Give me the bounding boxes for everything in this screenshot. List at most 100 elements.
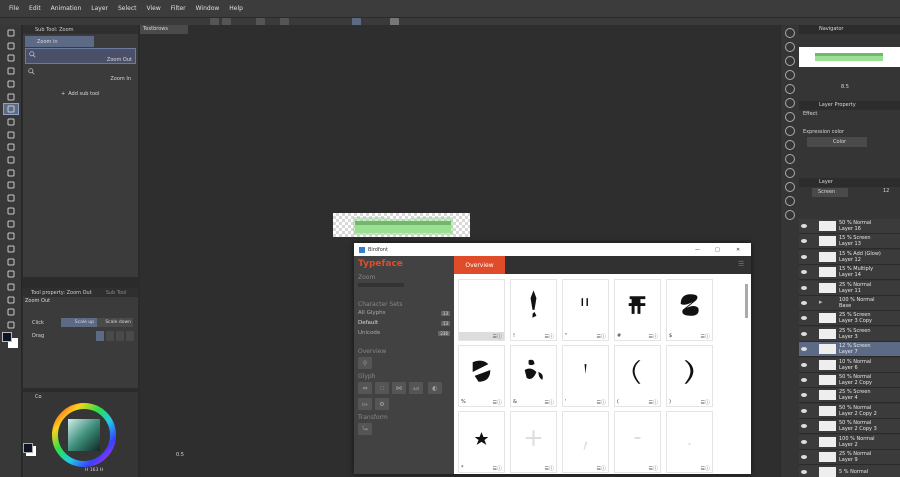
layer-row[interactable]: 50 % Normal Layer 2 Copy [799,373,900,388]
tool-correction-icon[interactable] [4,320,18,330]
color-tab[interactable]: Co [35,394,42,400]
panel-toggle-icon[interactable] [785,70,795,80]
layer-row[interactable]: 12 % Screen Layer 7 [799,342,900,358]
blend-mode-dropdown[interactable]: Screen [812,188,848,197]
tool-airbrush-icon[interactable] [4,168,18,178]
glyph-cell[interactable]: % ☰ⓘ [458,345,505,407]
close-icon[interactable]: ✕ [736,247,740,253]
tool-eyedropper-icon[interactable] [4,92,18,102]
menu-item-window[interactable]: Window [191,5,225,12]
glyph-cell[interactable]: * ☰ⓘ [458,411,505,473]
panel-toggle-icon[interactable] [785,154,795,164]
color-wheel[interactable] [51,402,117,468]
glyph-cell[interactable]: ☰ⓘ [510,411,557,473]
subtool-item-zoom-in[interactable]: Zoom In [25,66,136,82]
eye-icon[interactable] [799,239,809,244]
glyph-menu-icon[interactable]: ☰ⓘ [701,399,710,406]
layer-row[interactable]: 25 % Screen Layer 4 [799,388,900,404]
layer-row[interactable]: 50 % Normal Layer 2 Copy 2 [799,403,900,419]
glyph-menu-icon[interactable]: ☰ⓘ [545,399,554,406]
glyph-tool-button[interactable]: ⚙ [375,398,389,410]
panel-toggle-icon[interactable] [785,168,795,178]
menu-item-layer[interactable]: Layer [86,5,113,12]
glyph-cell[interactable]: " ☰ⓘ [562,279,609,341]
subtool-item-zoom-out[interactable]: Zoom Out [25,48,136,64]
panel-toggle-icon[interactable] [785,42,795,52]
layer-row[interactable]: 25 % Normal Layer 11 [799,280,900,296]
overview-search-button[interactable]: ⚲ [358,357,372,369]
layer-tab[interactable]: Layer [799,178,900,187]
menu-item-edit[interactable]: Edit [24,5,46,12]
glyph-cell[interactable]: ☰ⓘ [614,411,661,473]
document-tab[interactable]: Textbrows [140,25,188,34]
eye-icon[interactable] [799,362,809,367]
glyph-menu-icon[interactable]: ☰ⓘ [701,465,710,472]
eye-icon[interactable] [799,254,809,259]
glyph-menu-icon[interactable]: ☰ⓘ [545,465,554,472]
glyph-cell[interactable]: ☰ⓘ [666,411,713,473]
tab-overview[interactable]: Overview [454,256,505,274]
charset-item[interactable]: All Glyphs 13 [358,308,450,318]
scale-up-option[interactable]: Scale up [61,318,97,327]
panel-toggle-icon[interactable] [785,98,795,108]
drag-option-1[interactable] [96,331,104,341]
glyph-tool-button[interactable]: ◐ [427,382,442,394]
tool-lasso-icon[interactable] [4,41,18,51]
eye-icon[interactable] [799,347,809,352]
glyph-menu-icon[interactable]: ☰ⓘ [545,333,554,340]
glyph-menu-icon[interactable]: ☰ⓘ [597,333,606,340]
foreground-color-swatch[interactable] [23,443,33,453]
glyph-menu-icon[interactable]: ☰ⓘ [649,399,658,406]
panel-toggle-icon[interactable] [785,140,795,150]
zoom-slider[interactable] [358,283,404,287]
eye-icon[interactable] [799,270,809,275]
tool-text-icon[interactable] [4,269,18,279]
glyph-cell[interactable]: ' ☰ⓘ [562,345,609,407]
glyph-cell[interactable]: ) ☰ⓘ [666,345,713,407]
layer-row[interactable]: 100 % Normal Layer 2 [799,434,900,450]
eye-icon[interactable] [799,408,809,413]
drag-option-4[interactable] [126,331,134,341]
maximize-icon[interactable]: □ [715,247,720,253]
layer-row[interactable]: 50 % Normal Layer 2 Copy 3 [799,419,900,435]
canvas-image[interactable] [333,213,470,237]
tool-figure-icon[interactable] [4,219,18,229]
layer-row[interactable]: 10 % Normal Layer 6 [799,357,900,373]
glyph-cell[interactable]: ☰ⓘ [458,279,505,341]
charset-item[interactable]: Unicode 236 [358,328,450,338]
menu-item-select[interactable]: Select [113,5,142,12]
layer-property-tab[interactable]: Layer Property [799,101,900,110]
eye-icon[interactable] [799,331,809,336]
expression-color-dropdown[interactable]: Color [807,137,867,147]
panel-toggle-icon[interactable] [785,84,795,94]
glyph-cell[interactable]: ! ☰ⓘ [510,279,557,341]
add-sub-tool-button[interactable]: + Add sub tool [61,91,99,97]
glyph-tool-button[interactable]: ⋈ [392,382,406,394]
menu-item-help[interactable]: Help [224,5,248,12]
panel-toggle-icon[interactable] [785,196,795,206]
glyph-grid-scrollbar[interactable] [745,284,748,318]
glyph-cell[interactable]: $ ☰ⓘ [666,279,713,341]
menu-item-view[interactable]: View [142,5,166,12]
eye-icon[interactable] [799,470,809,475]
eye-icon[interactable] [799,224,809,228]
glyph-tool-button[interactable]: ⇔ [358,382,372,394]
tool-ruler-icon[interactable] [4,257,18,267]
panel-toggle-icon[interactable] [785,210,795,220]
layer-row[interactable]: 25 % Screen Layer 3 Copy [799,311,900,327]
drag-option-3[interactable] [116,331,124,341]
layer-row[interactable]: 5 % Normal [799,465,900,477]
glyph-menu-icon[interactable]: ☰ⓘ [649,333,658,340]
glyph-cell[interactable]: & ☰ⓘ [510,345,557,407]
glyph-cell[interactable]: # ☰ⓘ [614,279,661,341]
drag-option-2[interactable] [106,331,114,341]
tool-zoom-icon[interactable] [3,103,19,116]
tool-gradient-icon[interactable] [4,244,18,254]
tool-brush-icon[interactable] [4,155,18,165]
charset-item[interactable]: Default 13 [358,318,450,328]
tool-pen-nib-icon[interactable] [4,66,18,76]
glyph-menu-icon[interactable]: ☰ⓘ [493,465,502,472]
tool-blend-icon[interactable] [4,193,18,203]
glyph-tool-button[interactable]: U+ [358,398,372,410]
tool-balloon-icon[interactable] [4,282,18,292]
